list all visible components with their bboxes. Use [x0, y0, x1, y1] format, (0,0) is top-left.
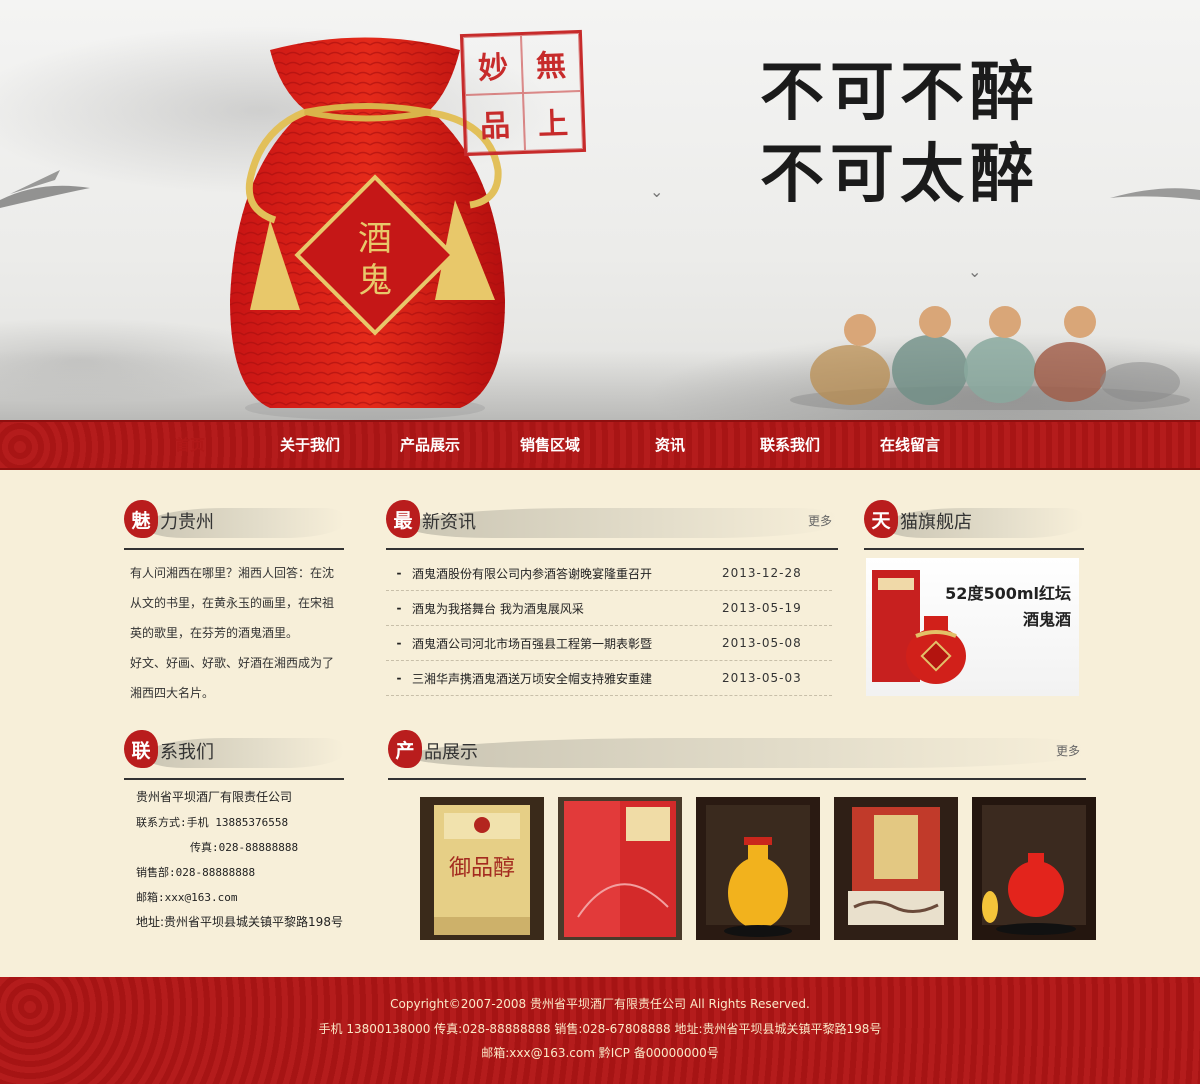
footer-contact: 手机 13800138000 传真:028-88888888 销售:028-67… — [318, 1022, 882, 1036]
nav-item-products[interactable]: 产品展示 — [370, 422, 490, 468]
slogan-line-2: 不可太醉 — [760, 137, 1040, 212]
contact-sales: 销售部:028-88888888 — [136, 866, 256, 879]
product-box-label: 御品醇 — [449, 856, 515, 881]
products-title: 品展示 — [424, 742, 478, 763]
tmall-product-image[interactable]: 52度500ml红坛 酒鬼酒 — [866, 558, 1079, 696]
news-item-title: 酒鬼酒股份有限公司内参酒答谢晚宴隆重召开 — [412, 566, 653, 581]
painted-figures-image — [790, 306, 1190, 410]
news-item-title: 酒鬼酒公司河北市场百强县工程第一期表彰暨 — [412, 636, 653, 651]
nav-item-contact[interactable]: 联系我们 — [730, 422, 850, 468]
products-badge: 产 — [388, 730, 422, 768]
footer-copyright: Copyright©2007-2008 贵州省平坝酒厂有限责任公司 All Ri… — [390, 997, 810, 1011]
news-item-date: 2013-05-08 — [722, 636, 802, 650]
product-thumb[interactable]: 御品醇 — [420, 797, 544, 940]
nav-item-news[interactable]: 资讯 — [610, 422, 730, 468]
news-item-date: 2013-05-19 — [722, 601, 802, 615]
nav-item-guestbook[interactable]: 在线留言 — [850, 422, 970, 468]
bird-icon: ⌄ — [650, 182, 664, 201]
news-heading: 最 新资讯 更多 — [386, 498, 838, 550]
news-item[interactable]: - 酒鬼酒公司河北市场百强县工程第一期表彰暨 2013-05-08 — [386, 626, 832, 661]
tmall-image-text-2: 酒鬼酒 — [1022, 610, 1071, 629]
news-item-date: 2013-05-03 — [722, 671, 802, 685]
contact-badge: 联 — [124, 730, 158, 768]
contact-email: 邮箱:xxx@163.com — [136, 891, 238, 904]
footer: Copyright©2007-2008 贵州省平坝酒厂有限责任公司 All Ri… — [0, 977, 1200, 1084]
contact-heading: 联 系我们 — [124, 728, 344, 780]
pouch-label-char-2: 鬼 — [358, 261, 392, 301]
contact-address: 地址:贵州省平坝县城关镇平黎路198号 — [136, 915, 343, 929]
news-more-link[interactable]: 更多 — [808, 512, 832, 529]
ink-branch-decoration-right — [1110, 188, 1200, 200]
tmall-title: 猫旗舰店 — [900, 512, 972, 533]
news-item[interactable]: - 酒鬼为我搭舞台 我为酒鬼展风采 2013-05-19 — [386, 591, 832, 626]
seal-char: 妙 — [463, 35, 523, 96]
slogan-line-1: 不可不醉 — [760, 55, 1040, 130]
product-yellow-vase-image — [696, 797, 820, 940]
news-badge: 最 — [386, 500, 420, 538]
product-gift-box-image — [834, 797, 958, 940]
news-item[interactable]: - 酒鬼酒股份有限公司内参酒答谢晚宴隆重召开 2013-12-28 — [386, 556, 832, 591]
news-list: - 酒鬼酒股份有限公司内参酒答谢晚宴隆重召开 2013-12-28 - 酒鬼为我… — [386, 556, 832, 696]
news-item-title: 酒鬼为我搭舞台 我为酒鬼展风采 — [412, 601, 584, 616]
footer-email-icp: 邮箱:xxx@163.com 黔ICP 备00000000号 — [481, 1046, 719, 1060]
contact-company: 贵州省平坝酒厂有限责任公司 — [136, 790, 293, 804]
nav-item-about[interactable]: 关于我们 — [250, 422, 370, 468]
product-box-image: 御品醇 — [420, 797, 544, 940]
slogan: 不可不醉 不可太醉 — [760, 52, 1090, 216]
charm-badge: 魅 — [124, 500, 158, 538]
product-red-box-image — [558, 797, 682, 940]
bird-icon: ⌄ — [968, 262, 982, 281]
seal-char: 無 — [520, 33, 581, 93]
contact-title: 系我们 — [160, 742, 214, 763]
product-red-jar-image — [972, 797, 1096, 940]
tmall-heading: 天 猫旗舰店 — [864, 498, 1084, 550]
product-thumb[interactable] — [696, 797, 820, 940]
charm-title: 力贵州 — [160, 512, 214, 533]
products-more-link[interactable]: 更多 — [1056, 742, 1080, 759]
nav-list: 首页 关于我们 产品展示 销售区域 资讯 联系我们 在线留言 — [130, 422, 970, 468]
news-item-date: 2013-12-28 — [722, 566, 802, 580]
pouch-label-char-1: 酒 — [358, 219, 392, 259]
product-gallery: 御品醇 — [420, 797, 1100, 940]
charm-paragraph-1: 有人问湘西在哪里？湘西人回答：在沈从文的书里，在黄永玉的画里，在宋祖英的歌里，在… — [130, 566, 335, 640]
news-item[interactable]: - 三湘华声携酒鬼酒送万顷安全帽支持雅安重建 2013-05-03 — [386, 661, 832, 696]
charm-heading: 魅 力贵州 — [124, 498, 344, 550]
product-thumb[interactable] — [834, 797, 958, 940]
products-heading: 产 品展示 更多 — [388, 728, 1086, 780]
news-item-title: 三湘华声携酒鬼酒送万顷安全帽支持雅安重建 — [412, 671, 653, 686]
nav-item-sales-area[interactable]: 销售区域 — [490, 422, 610, 468]
main-content: 魅 力贵州 有人问湘西在哪里？湘西人回答：在沈从文的书里，在黄永玉的画里，在宋祖… — [0, 470, 1200, 977]
news-title: 新资讯 — [422, 512, 476, 533]
tmall-image-text-1: 52度500ml红坛 — [945, 584, 1071, 603]
ink-branch-decoration — [0, 170, 90, 208]
product-thumb[interactable] — [972, 797, 1096, 940]
product-thumb[interactable] — [558, 797, 682, 940]
seal-char: 品 — [465, 93, 526, 153]
contact-fax: 传真:028-88888888 — [190, 841, 299, 854]
tmall-badge: 天 — [864, 500, 898, 538]
seal-stamp: 妙 無 品 上 — [459, 29, 587, 157]
main-nav: 首页 关于我们 产品展示 销售区域 资讯 联系我们 在线留言 — [0, 420, 1200, 470]
charm-paragraph-2: 好文、好画、好歌、好酒在湘西成为了湘西四大名片。 — [130, 656, 335, 700]
nav-item-home[interactable]: 首页 — [130, 422, 264, 468]
hero-banner: ⌄ ⌄ 酒 鬼 妙 無 品 上 不可不醉 不可太醉 — [0, 0, 1200, 420]
contact-phone: 联系方式:手机 13885376558 — [136, 816, 289, 829]
seal-char: 上 — [523, 90, 583, 151]
